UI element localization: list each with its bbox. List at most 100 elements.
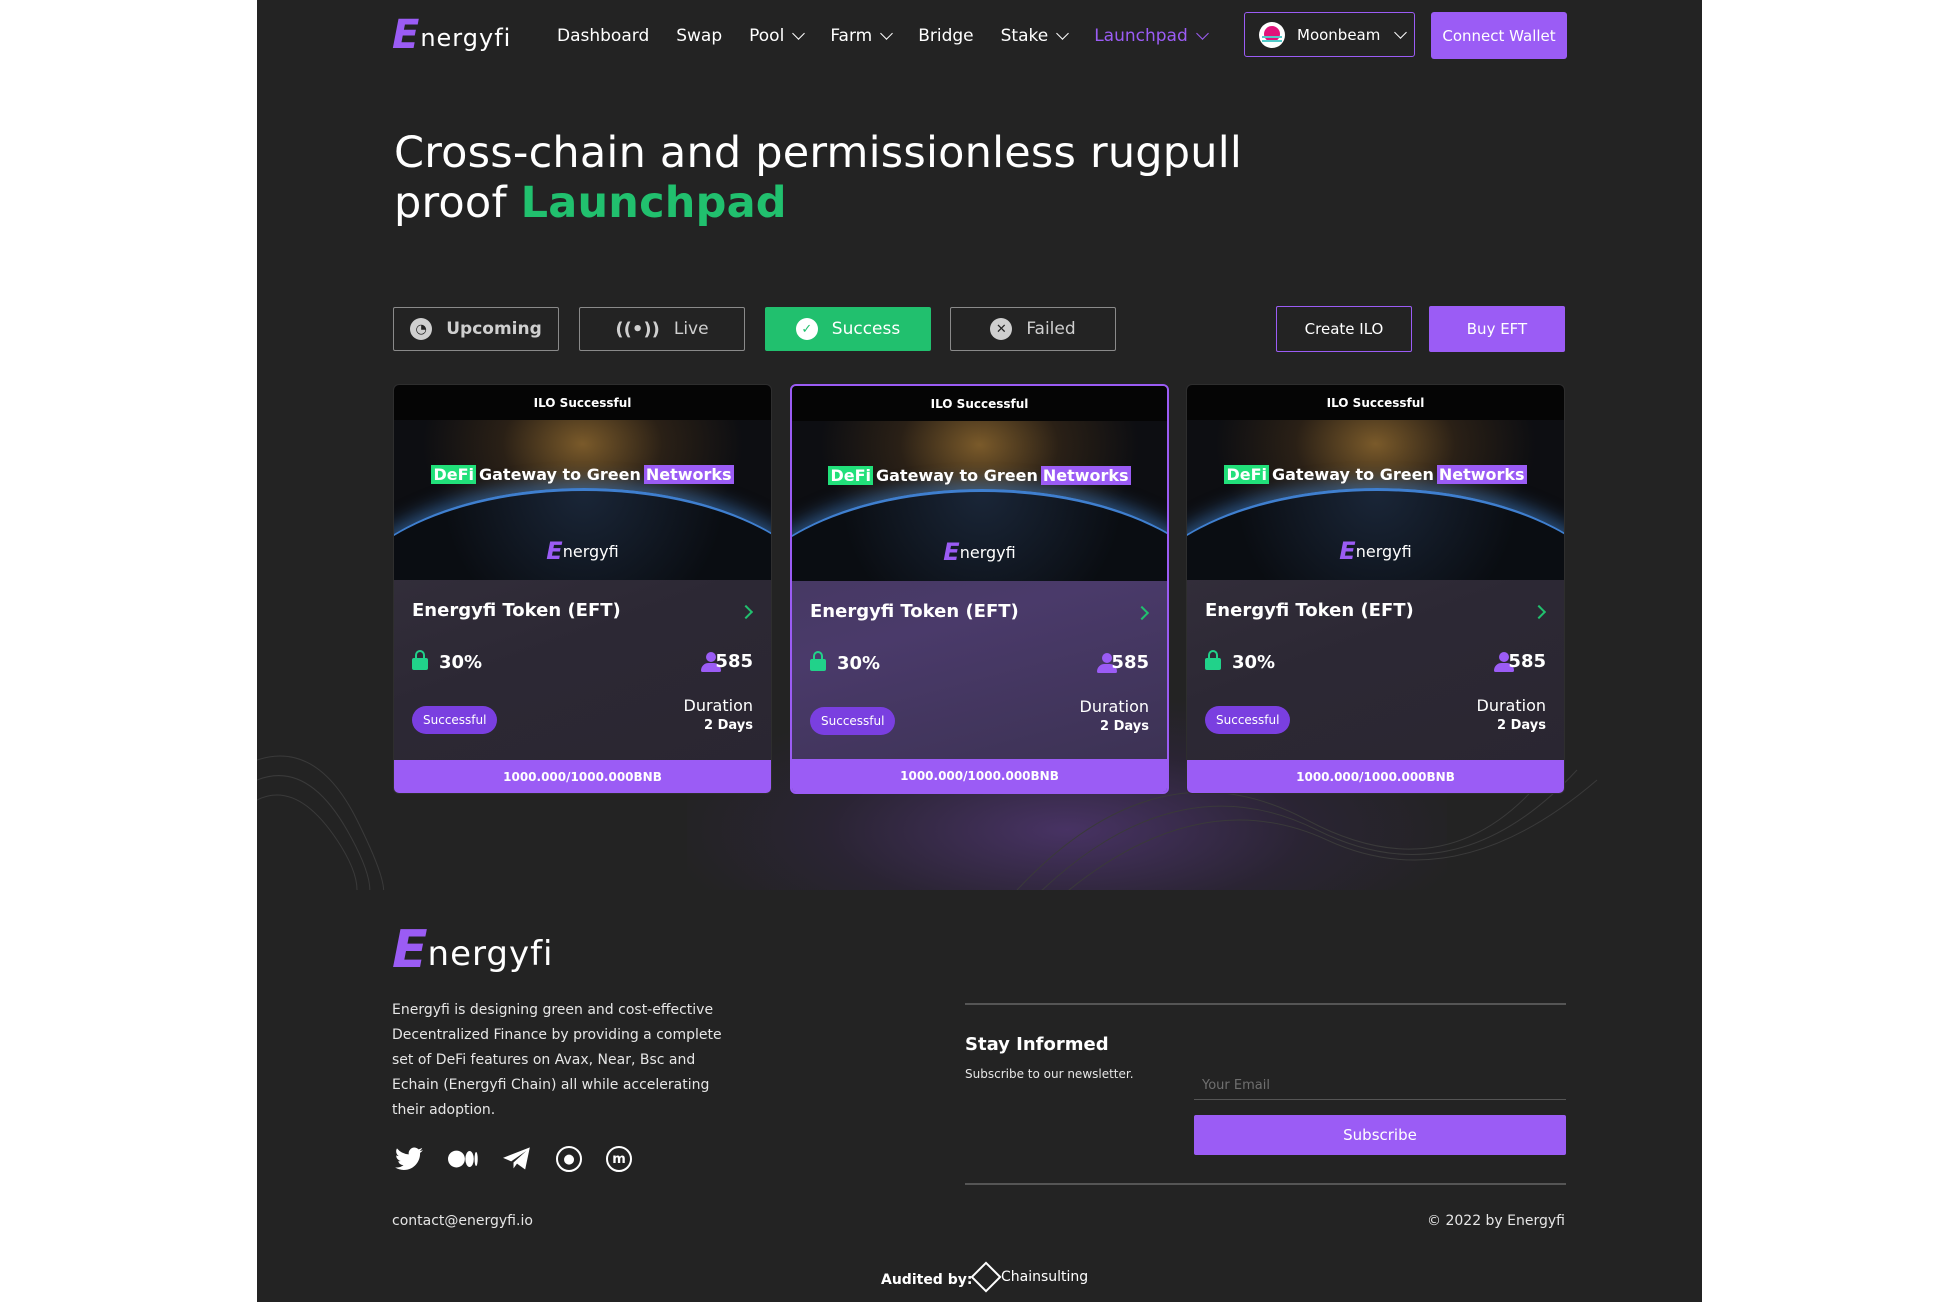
banner-networks: Networks bbox=[643, 465, 734, 484]
nav-swap[interactable]: Swap bbox=[676, 26, 722, 46]
chevron-right-icon[interactable] bbox=[738, 604, 754, 620]
duration-label: Duration bbox=[1476, 696, 1547, 715]
nav-label: Launchpad bbox=[1094, 26, 1188, 46]
card-banner: DeFi Gateway to Green Networks E nergyfi bbox=[394, 420, 771, 580]
contact-email[interactable]: contact@energyfi.io bbox=[392, 1213, 533, 1229]
ilo-card[interactable]: ILO Successful DeFi Gateway to Green Net… bbox=[1186, 384, 1565, 794]
banner-middle: Gateway to Green bbox=[478, 465, 641, 484]
tab-upcoming[interactable]: ◔ Upcoming bbox=[393, 307, 559, 351]
banner-headline: DeFi Gateway to Green Networks bbox=[1187, 465, 1564, 484]
logo-word: nergyfi bbox=[959, 542, 1016, 562]
hero-prefix: proof bbox=[394, 178, 521, 228]
card-body: Energyfi Token (EFT) 30% 585 Successful … bbox=[394, 580, 771, 760]
card-status-header: ILO Successful bbox=[792, 386, 1167, 421]
banner-defi: DeFi bbox=[431, 465, 476, 484]
hero-accent: Launchpad bbox=[520, 178, 787, 228]
banner-headline: DeFi Gateway to Green Networks bbox=[394, 465, 771, 484]
nav-label: Farm bbox=[830, 26, 873, 46]
banner-middle: Gateway to Green bbox=[875, 466, 1038, 485]
twitter-icon[interactable] bbox=[394, 1144, 424, 1174]
lock-icon bbox=[412, 650, 428, 670]
moonbeam-icon bbox=[1259, 21, 1285, 48]
status-badge: Successful bbox=[412, 706, 498, 734]
logo-word: nergyfi bbox=[420, 24, 512, 52]
footer: E nergyfi Energyfi is designing green an… bbox=[257, 890, 1702, 1302]
nav-dashboard[interactable]: Dashboard bbox=[557, 26, 649, 46]
nav-farm[interactable]: Farm bbox=[830, 26, 894, 46]
logo-mark: E bbox=[1339, 537, 1356, 565]
nav-launchpad[interactable]: Launchpad bbox=[1094, 26, 1209, 46]
nav-pool[interactable]: Pool bbox=[749, 26, 806, 46]
main-nav: Dashboard Swap Pool Farm Bridge Stake La… bbox=[557, 24, 1234, 48]
email-field[interactable] bbox=[1194, 1072, 1566, 1100]
nav-stake[interactable]: Stake bbox=[1000, 26, 1070, 46]
tab-success[interactable]: ✓ Success bbox=[765, 307, 931, 351]
tab-label: Failed bbox=[1026, 319, 1076, 339]
nav-bridge[interactable]: Bridge bbox=[918, 26, 973, 46]
coinmarketcap-icon[interactable]: m bbox=[606, 1146, 632, 1172]
medium-icon[interactable] bbox=[448, 1144, 478, 1174]
chevron-right-icon[interactable] bbox=[1134, 605, 1150, 621]
create-ilo-button[interactable]: Create ILO bbox=[1276, 306, 1412, 352]
logo-word: nergyfi bbox=[562, 541, 619, 561]
ilo-card[interactable]: ILO Successful DeFi Gateway to Green Net… bbox=[790, 384, 1169, 794]
tab-label: Success bbox=[831, 319, 901, 339]
network-selector[interactable]: Moonbeam bbox=[1244, 12, 1415, 57]
duration-value: 2 Days bbox=[1497, 718, 1546, 733]
x-circle-icon: ✕ bbox=[990, 318, 1013, 340]
planet-graphic bbox=[394, 488, 771, 580]
nav-label: Stake bbox=[1000, 26, 1049, 46]
participant-count: 585 bbox=[1111, 652, 1149, 673]
hero-line-1: Cross-chain and permissionless rugpull bbox=[394, 128, 1243, 178]
hero-line-2: proof Launchpad bbox=[394, 178, 1242, 228]
nav-label: Bridge bbox=[918, 26, 974, 46]
connect-wallet-button[interactable]: Connect Wallet bbox=[1431, 12, 1567, 59]
token-name: Energyfi Token (EFT) bbox=[810, 601, 1019, 622]
logo-mark: E bbox=[943, 538, 960, 566]
chevron-down-icon bbox=[792, 27, 806, 40]
newsletter-title: Stay Informed bbox=[965, 1034, 1109, 1055]
app-frame: E nergyfi Dashboard Swap Pool Farm Bridg… bbox=[257, 0, 1702, 1302]
logo-word: nergyfi bbox=[1355, 541, 1412, 561]
tab-failed[interactable]: ✕ Failed bbox=[950, 307, 1116, 351]
locked-percent: 30% bbox=[1232, 652, 1276, 673]
chevron-down-icon bbox=[1195, 27, 1209, 40]
banner-networks: Networks bbox=[1436, 465, 1527, 484]
newsletter-subtitle: Subscribe to our newsletter. bbox=[965, 1067, 1134, 1081]
tab-label: Live bbox=[673, 319, 709, 339]
duration-label: Duration bbox=[1079, 697, 1150, 716]
card-banner: DeFi Gateway to Green Networks E nergyfi bbox=[1187, 420, 1564, 580]
brand-logo[interactable]: E nergyfi bbox=[392, 12, 511, 58]
lock-icon bbox=[810, 651, 826, 671]
banner-logo: E nergyfi bbox=[792, 538, 1167, 566]
telegram-icon[interactable] bbox=[502, 1144, 532, 1174]
token-name: Energyfi Token (EFT) bbox=[1205, 600, 1414, 621]
duration-value: 2 Days bbox=[1100, 719, 1149, 734]
card-status-header: ILO Successful bbox=[394, 385, 771, 420]
card-body: Energyfi Token (EFT) 30% 585 Successful … bbox=[792, 581, 1167, 761]
chainsulting-icon bbox=[970, 1261, 1002, 1293]
tab-label: Upcoming bbox=[446, 319, 542, 339]
tab-live[interactable]: ((•)) Live bbox=[579, 307, 745, 351]
subscribe-button[interactable]: Subscribe bbox=[1194, 1115, 1566, 1155]
nav-label: Dashboard bbox=[557, 26, 650, 46]
logo-word: nergyfi bbox=[427, 934, 554, 974]
banner-networks: Networks bbox=[1040, 466, 1131, 485]
locked-percent: 30% bbox=[837, 653, 881, 674]
logo-mark: E bbox=[546, 537, 563, 565]
divider bbox=[965, 1183, 1566, 1185]
chevron-right-icon[interactable] bbox=[1531, 604, 1547, 620]
buy-eft-button[interactable]: Buy EFT bbox=[1429, 306, 1565, 352]
token-name: Energyfi Token (EFT) bbox=[412, 600, 621, 621]
audited-label: Audited by: bbox=[881, 1272, 973, 1288]
auditor-logo[interactable]: Chainsulting bbox=[970, 1261, 1088, 1293]
participant-count: 585 bbox=[1508, 651, 1546, 672]
chevron-down-icon bbox=[880, 27, 894, 40]
check-circle-icon: ✓ bbox=[795, 318, 818, 340]
ilo-card[interactable]: ILO Successful DeFi Gateway to Green Net… bbox=[393, 384, 772, 794]
logo-mark: E bbox=[392, 920, 428, 980]
chevron-down-icon bbox=[1056, 27, 1070, 40]
banner-middle: Gateway to Green bbox=[1271, 465, 1434, 484]
broadcast-icon: ((•)) bbox=[615, 318, 660, 340]
coingecko-icon[interactable]: ● bbox=[556, 1146, 582, 1172]
